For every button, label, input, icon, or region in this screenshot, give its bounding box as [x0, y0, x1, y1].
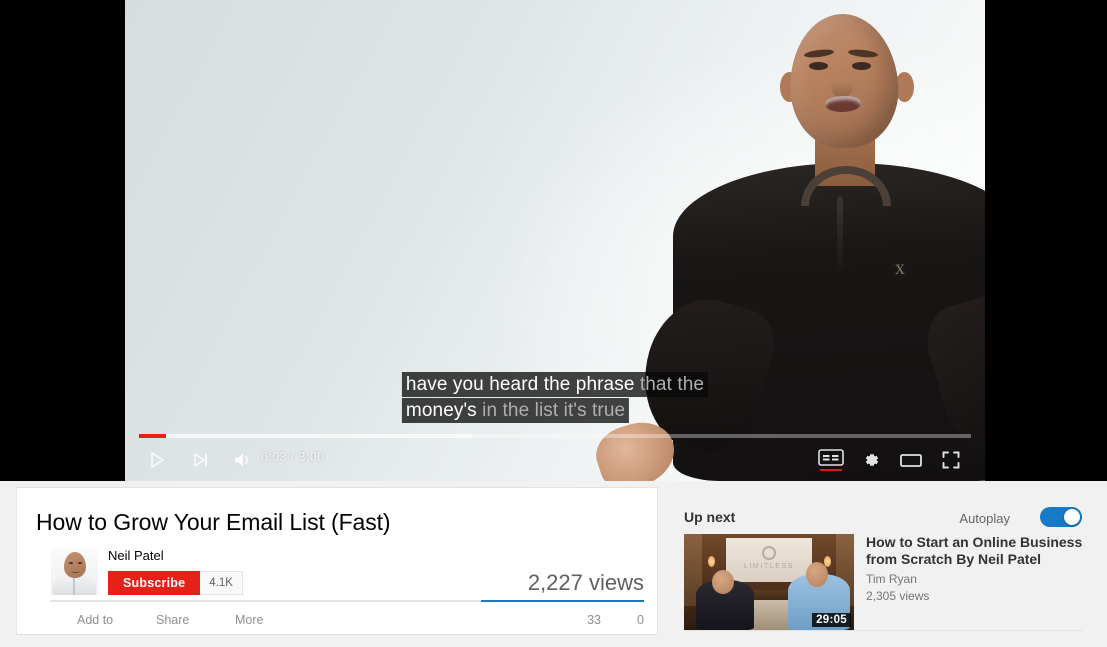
video-duration-badge: 29:05 — [812, 613, 851, 627]
next-track-icon — [194, 453, 207, 467]
cc-active-indicator — [820, 468, 842, 472]
thumbnail-face-right — [806, 562, 828, 587]
video-thumbnail[interactable]: LIMITLESS 29:05 — [684, 534, 854, 630]
theater-mode-icon — [900, 453, 922, 467]
page-title: How to Grow Your Email List (Fast) — [36, 509, 391, 535]
avatar-eye-left — [69, 562, 73, 564]
closed-captions-icon — [818, 448, 844, 466]
theater-mode-button[interactable] — [891, 443, 931, 477]
play-icon — [151, 452, 164, 468]
thumbnail-face-left — [712, 570, 734, 594]
subject-nose — [831, 72, 853, 98]
like-count[interactable]: 33 — [587, 613, 601, 627]
autoplay-toggle-knob — [1064, 509, 1080, 525]
avatar-head — [64, 552, 86, 578]
avatar-eye-right — [78, 562, 82, 564]
add-to-button[interactable]: Add to — [77, 613, 113, 627]
autoplay-toggle[interactable] — [1040, 507, 1082, 527]
progress-played — [139, 434, 166, 438]
up-next-channel[interactable]: Tim Ryan — [866, 572, 917, 586]
subject-eye-right — [852, 62, 871, 70]
channel-name[interactable]: Neil Patel — [108, 548, 164, 563]
divider — [684, 630, 1082, 631]
closed-captions-button[interactable] — [811, 443, 851, 477]
view-count: 2,227 views — [527, 570, 644, 595]
caption-line-2: money's in the list it's true — [401, 398, 708, 423]
caption-line-1: have you heard the phrase that the — [401, 372, 709, 397]
video-captions: have you heard the phrase that the money… — [401, 372, 709, 424]
fullscreen-button[interactable] — [931, 443, 971, 477]
volume-button[interactable] — [223, 443, 263, 477]
list-item[interactable]: LIMITLESS 29:05 How to Start an Online B… — [684, 534, 1084, 630]
like-ratio-fill — [480, 600, 644, 602]
up-next-views: 2,305 views — [866, 589, 930, 603]
share-button[interactable]: Share — [156, 613, 189, 627]
shirt-logo-icon: x — [895, 257, 905, 279]
up-next-title[interactable]: How to Start an Online Business from Scr… — [866, 534, 1084, 568]
thumbnail-projection-screen — [726, 538, 812, 582]
time-display: 0:03 / 3:00 — [261, 450, 325, 464]
subscribe-group[interactable]: Subscribe 4.1K — [108, 571, 243, 595]
thumbnail-logo-ring-icon — [762, 546, 776, 560]
fullscreen-icon — [942, 451, 960, 469]
thumbnail-lamp-left — [708, 556, 715, 567]
progress-loaded — [139, 434, 472, 438]
page-content: How to Grow Your Email List (Fast) Neil … — [0, 481, 1107, 647]
caption-spoken-text: money's — [405, 400, 477, 421]
subject-placket — [837, 196, 843, 272]
caption-upcoming-text: in the list it's true — [482, 400, 626, 421]
volume-icon — [235, 453, 248, 467]
more-button[interactable]: More — [235, 613, 263, 627]
dislike-count[interactable]: 0 — [637, 613, 644, 627]
primary-info-panel: How to Grow Your Email List (Fast) Neil … — [16, 487, 658, 635]
thumbnail-screen-text: LIMITLESS — [743, 563, 795, 570]
autoplay-label: Autoplay — [959, 511, 1010, 526]
caption-upcoming-text: that the — [639, 374, 705, 395]
video-frame[interactable]: x have you heard the phrase that the mon… — [125, 0, 985, 481]
player-controls[interactable]: 0:03 / 3:00 — [125, 429, 985, 481]
gear-icon — [865, 454, 879, 466]
next-video-button[interactable] — [181, 443, 221, 477]
avatar[interactable] — [51, 548, 98, 595]
caption-spoken-text: have you heard the phrase — [405, 374, 635, 395]
subscriber-count: 4.1K — [200, 571, 243, 595]
subscribe-button[interactable]: Subscribe — [108, 571, 201, 595]
avatar-placket — [73, 576, 75, 595]
play-button[interactable] — [137, 443, 177, 477]
up-next-label: Up next — [684, 509, 736, 525]
video-player[interactable]: x have you heard the phrase that the mon… — [0, 0, 1107, 481]
progress-bar[interactable] — [139, 434, 971, 438]
like-ratio-bar — [50, 600, 644, 602]
avatar-smile — [71, 569, 80, 573]
secondary-panel: Up next Autoplay LIMITLESS 29:05 How to … — [672, 487, 1092, 635]
settings-button[interactable] — [851, 443, 891, 477]
subject-eye-left — [809, 62, 828, 70]
